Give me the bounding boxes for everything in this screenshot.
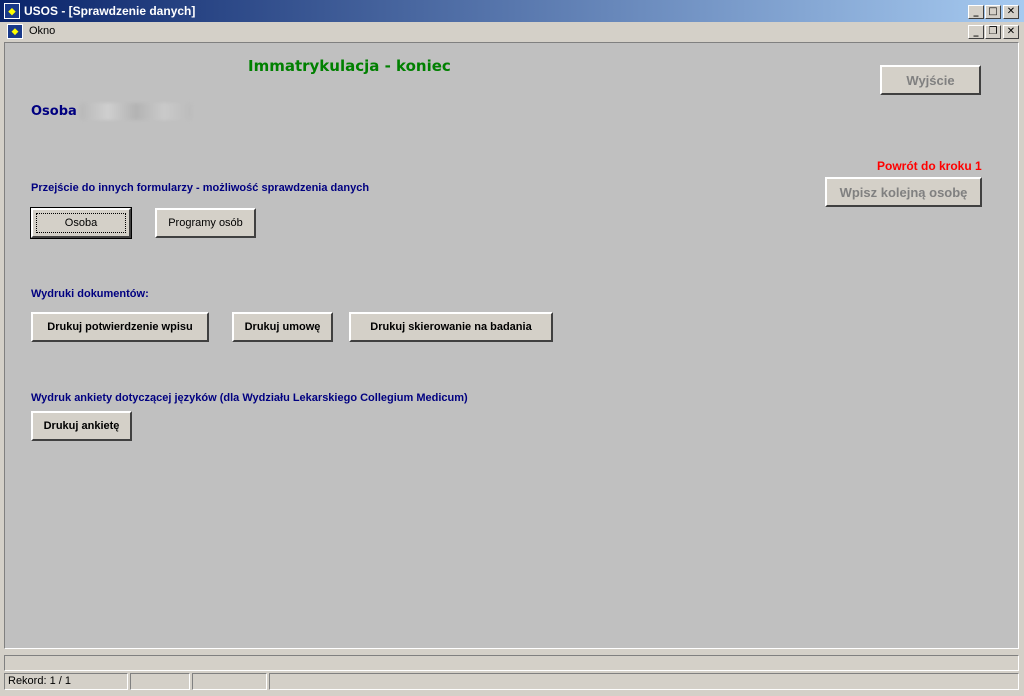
maximize-button[interactable]: □: [985, 5, 1001, 19]
section-forms-label: Przejście do innych formularzy - możliwo…: [31, 182, 370, 194]
section-survey-label: Wydruk ankiety dotyczącej języków (dla W…: [31, 392, 468, 404]
status-message-line: [4, 655, 1019, 671]
print-survey-button[interactable]: Drukuj ankietę: [31, 411, 132, 441]
section-prints-label: Wydruki dokumentów:: [31, 288, 149, 300]
menu-okno[interactable]: Okno: [29, 25, 55, 37]
status-cell-3: [192, 673, 267, 690]
child-restore-button[interactable]: ❐: [985, 25, 1001, 39]
child-minimize-button[interactable]: _: [968, 25, 984, 39]
menu-bar: ◆ Okno _ ❐ ✕: [0, 22, 1024, 41]
window-title-bar: ◆ USOS - [Sprawdzenie danych] _ □ ✕: [0, 0, 1024, 22]
print-contract-button[interactable]: Drukuj umowę: [232, 312, 333, 342]
return-to-step-label: Powrót do kroku 1: [877, 159, 982, 173]
print-referral-button[interactable]: Drukuj skierowanie na badania: [349, 312, 553, 342]
form-client-area: [4, 42, 1019, 649]
osoba-label: Osoba: [31, 104, 77, 119]
app-icon[interactable]: ◆: [4, 3, 20, 19]
status-cell-2: [130, 673, 190, 690]
print-confirmation-button[interactable]: Drukuj potwierdzenie wpisu: [31, 312, 209, 342]
window-title: USOS - [Sprawdzenie danych]: [24, 4, 196, 18]
page-title: Immatrykulacja - koniec: [248, 57, 451, 75]
osoba-button[interactable]: Osoba: [30, 207, 132, 239]
document-icon[interactable]: ◆: [7, 24, 23, 39]
next-person-button[interactable]: Wpisz kolejną osobę: [825, 177, 982, 207]
close-button[interactable]: ✕: [1003, 5, 1019, 19]
status-cell-4: [269, 673, 1019, 690]
record-counter: Rekord: 1 / 1: [4, 673, 128, 690]
exit-button[interactable]: Wyjście: [880, 65, 981, 95]
programy-osob-button[interactable]: Programy osób: [155, 208, 256, 238]
person-name-redacted: [80, 103, 192, 120]
child-close-button[interactable]: ✕: [1003, 25, 1019, 39]
minimize-button[interactable]: _: [968, 5, 984, 19]
status-bar: Rekord: 1 / 1: [0, 651, 1024, 696]
